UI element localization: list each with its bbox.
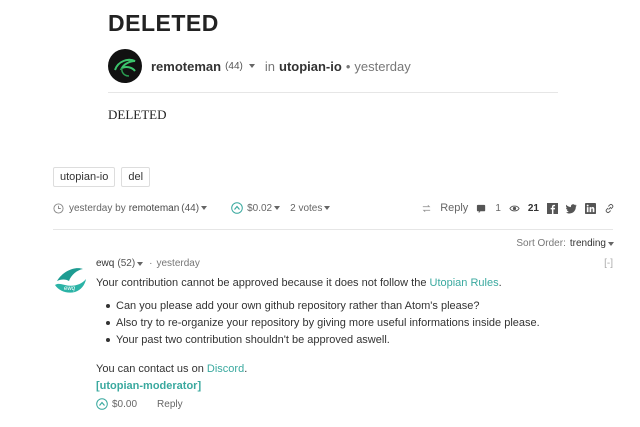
author-name[interactable]: remoteman: [151, 59, 221, 74]
divider: [53, 229, 613, 230]
comment-text-start: Your contribution cannot be approved bec…: [96, 277, 427, 289]
footer-author[interactable]: remoteman: [129, 203, 180, 214]
kali-logo-icon: [114, 58, 136, 77]
twitter-icon[interactable]: [566, 203, 577, 214]
clock-icon: [53, 202, 64, 214]
comment-text: Your contribution cannot be approved bec…: [96, 276, 606, 290]
comment-author[interactable]: ewq: [96, 258, 114, 269]
category-prefix: in: [264, 58, 275, 74]
discord-link[interactable]: Discord: [207, 363, 244, 375]
comment-payout[interactable]: $0.00: [112, 399, 137, 410]
eye-icon: [509, 205, 520, 211]
collapse-button[interactable]: [-]: [604, 258, 613, 269]
sort-value[interactable]: trending: [570, 238, 606, 249]
ewq-logo-icon: ewq: [53, 263, 87, 297]
moderator-tag: [utopian-moderator]: [96, 380, 202, 392]
svg-text:ewq: ewq: [64, 286, 76, 292]
divider: [108, 92, 558, 93]
list-item: Also try to re-organize your repository …: [106, 316, 540, 333]
list-item: Your past two contribution shouldn't be …: [106, 333, 540, 350]
comment-footer: $0.00 Reply: [96, 398, 183, 410]
comment-upvote-icon[interactable]: [96, 398, 108, 410]
footer-reputation: (44): [181, 202, 200, 214]
post-time: yesterday: [354, 58, 411, 74]
votes-dropdown-icon[interactable]: [324, 206, 331, 210]
footer-author-dropdown-icon[interactable]: [201, 206, 208, 210]
reply-link[interactable]: Reply: [440, 202, 468, 214]
contact-text: You can contact us on: [96, 363, 204, 375]
comment-author-dropdown-icon[interactable]: [137, 261, 144, 266]
utopian-rules-link[interactable]: Utopian Rules: [430, 277, 499, 289]
votes-count[interactable]: 2 votes: [290, 203, 322, 214]
tag-list: utopian-io del: [53, 167, 151, 187]
sort-dropdown-icon[interactable]: [608, 241, 614, 246]
tag-del[interactable]: del: [121, 167, 151, 187]
list-item: Can you please add your own github repos…: [106, 299, 540, 316]
comment-text-end: .: [498, 277, 502, 289]
contact-end: .: [244, 363, 248, 375]
facebook-icon[interactable]: [547, 202, 558, 214]
contact-line: You can contact us on Discord.: [96, 363, 247, 375]
post-author-row: remoteman (44) in utopian-io • yesterday: [108, 47, 411, 85]
sort-order: Sort Order: trending: [516, 238, 614, 249]
author-reputation: (44): [225, 60, 243, 72]
tag-utopian-io[interactable]: utopian-io: [53, 167, 116, 187]
post-footer: yesterday by remoteman (44) $0.02 2 vote…: [53, 199, 615, 217]
comment-reputation: (52): [117, 258, 136, 269]
link-icon[interactable]: [604, 203, 615, 214]
author-dropdown-icon[interactable]: [248, 64, 255, 68]
comment-avatar[interactable]: ewq: [53, 263, 87, 297]
comment-time[interactable]: yesterday: [157, 258, 200, 269]
footer-time: yesterday by: [69, 202, 126, 214]
comment-separator: ·: [149, 258, 153, 269]
sort-label: Sort Order:: [516, 238, 566, 249]
reblog-icon[interactable]: [421, 203, 432, 214]
post-payout[interactable]: $0.02: [247, 203, 272, 214]
meta-separator: •: [345, 58, 351, 74]
views-count: 21: [527, 202, 539, 214]
payout-dropdown-icon[interactable]: [274, 206, 281, 210]
category-link[interactable]: utopian-io: [279, 59, 342, 74]
post-body: DELETED: [108, 107, 167, 122]
comments-count: 1: [495, 202, 501, 214]
upvote-icon[interactable]: [231, 202, 243, 214]
comments-icon: [477, 204, 486, 213]
post-title: DELETED: [108, 10, 219, 36]
author-avatar[interactable]: [108, 49, 142, 83]
linkedin-icon[interactable]: [585, 202, 596, 214]
comment-list: Can you please add your own github repos…: [106, 299, 540, 350]
comment-reply-link[interactable]: Reply: [157, 399, 183, 410]
